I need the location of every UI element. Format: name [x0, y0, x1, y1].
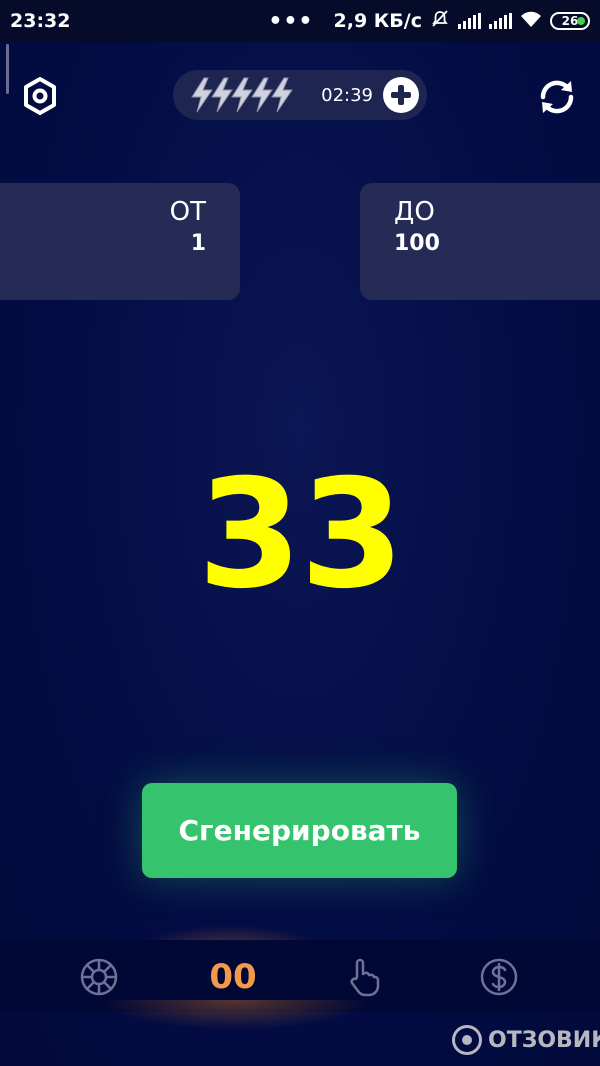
range-from-label: ОТ: [169, 197, 206, 227]
hand-pointer-icon: [350, 958, 380, 997]
wheel-icon: [80, 958, 118, 996]
battery-level: 26: [561, 14, 579, 28]
refresh-button[interactable]: [534, 74, 580, 120]
range-from-value: 1: [190, 231, 206, 256]
range-to-card[interactable]: ДО 100: [360, 183, 600, 300]
network-speed: 2,9 КБ/с: [333, 10, 423, 32]
watermark-logo-icon: [452, 1025, 482, 1055]
generated-number: 33: [197, 448, 405, 622]
status-time: 23:32: [10, 10, 71, 32]
energy-bar: 02:39: [173, 70, 427, 120]
wifi-icon: [520, 10, 542, 33]
refresh-icon: [540, 80, 574, 114]
status-bar: 23:32 ••• 2,9 КБ/с 26: [0, 0, 600, 42]
range-from-card[interactable]: ОТ 1: [0, 183, 240, 300]
energy-timer: 02:39: [321, 84, 373, 106]
settings-button[interactable]: [20, 74, 60, 118]
lightning-bolt-icon: [271, 77, 293, 113]
battery-icon: 26: [550, 12, 590, 30]
add-energy-button[interactable]: [383, 77, 419, 113]
nav-wheel-button[interactable]: [76, 954, 122, 1000]
signal-icon-1: [458, 13, 481, 29]
energy-bolts: [189, 77, 293, 113]
nav-hand-button[interactable]: [340, 954, 386, 1000]
generate-button[interactable]: Сгенерировать: [142, 783, 457, 878]
status-indicators: ••• 2,9 КБ/с 26: [268, 9, 590, 34]
scroll-indicator: [6, 44, 9, 94]
gear-icon: [24, 77, 56, 115]
app-screen: 23:32 ••• 2,9 КБ/с 26 02:39 ОТ 1 ДО 100 …: [0, 0, 600, 1066]
status-more-dots: •••: [268, 8, 314, 34]
range-to-label: ДО: [394, 197, 435, 227]
range-to-value: 100: [394, 231, 440, 256]
watermark: ОТЗОВИК: [452, 1022, 600, 1058]
nav-counter-tab[interactable]: 00: [200, 954, 266, 1000]
signal-icon-2: [489, 13, 512, 29]
plus-circle-icon: [391, 85, 411, 105]
dollar-coin-icon: [480, 958, 518, 996]
nav-glow-bottom: [100, 1000, 370, 1030]
nav-dollar-button[interactable]: [476, 954, 522, 1000]
watermark-text: ОТЗОВИК: [488, 1027, 600, 1053]
mute-icon: [430, 9, 450, 34]
